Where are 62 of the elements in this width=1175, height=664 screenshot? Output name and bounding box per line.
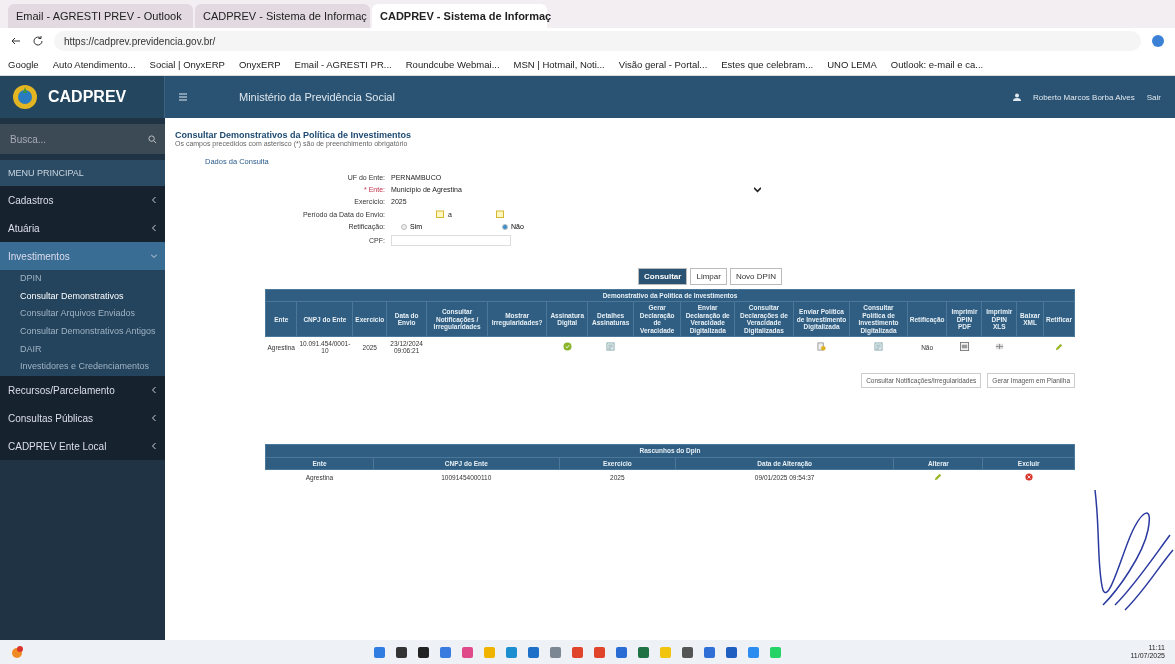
- address-bar[interactable]: https://cadprev.previdencia.gov.br/: [54, 31, 1141, 51]
- pdf-icon[interactable]: [959, 342, 969, 352]
- submenu-item[interactable]: DPIN: [0, 270, 165, 288]
- bookmark[interactable]: Auto Atendimento...: [52, 59, 136, 70]
- reload-icon[interactable]: [32, 35, 44, 47]
- search-icon[interactable]: [148, 134, 157, 144]
- taskbar-app-icon[interactable]: [680, 645, 694, 659]
- bookmark[interactable]: MSN | Hotmail, Noti...: [513, 59, 605, 70]
- menu-item[interactable]: Atuária: [0, 214, 165, 242]
- menu-item[interactable]: Recursos/Parcelamento: [0, 376, 165, 405]
- bookmark[interactable]: Estes que celebram...: [721, 59, 814, 70]
- menu-item[interactable]: Investimentos: [0, 242, 165, 270]
- profile-icon[interactable]: [1151, 34, 1165, 48]
- submenu-item[interactable]: Consultar Demonstrativos Antigos: [0, 323, 165, 341]
- chevron-icon: [151, 415, 157, 422]
- bookmark[interactable]: UNO LEMA: [827, 59, 877, 70]
- taskbar-app-icon[interactable]: [416, 645, 430, 659]
- menu-section-title: MENU PRINCIPAL: [0, 160, 165, 186]
- menu-item[interactable]: CADPREV Ente Local: [0, 432, 165, 461]
- user-icon: [1012, 93, 1021, 101]
- brand-name: CADPREV: [48, 88, 127, 106]
- bookmark[interactable]: Google: [8, 59, 39, 70]
- chevron-icon: [151, 253, 157, 259]
- edit-icon[interactable]: [934, 473, 943, 482]
- chevron-icon: [151, 443, 157, 450]
- edit-icon[interactable]: [1054, 342, 1063, 351]
- header-title: Ministério da Previdência Social: [239, 91, 396, 103]
- delete-icon[interactable]: [1024, 473, 1033, 482]
- spreadsheet-icon[interactable]: [994, 342, 1004, 352]
- chevron-icon: [151, 197, 157, 203]
- chevron-icon: [151, 225, 157, 231]
- submenu-item[interactable]: Investidores e Credenciamentos: [0, 358, 165, 377]
- menu-item[interactable]: Cadastros: [0, 186, 165, 214]
- submenu-item[interactable]: Consultar Arquivos Enviados: [0, 305, 165, 324]
- search-field[interactable]: Busca...: [0, 124, 165, 154]
- user-name[interactable]: Roberto Marcos Borba Alves: [1032, 92, 1135, 102]
- form-button[interactable]: Consultar: [638, 268, 688, 285]
- browser-tab[interactable]: CADPREV - Sistema de Informaç: [195, 4, 370, 28]
- logout-link[interactable]: Sair: [1146, 92, 1161, 102]
- app-icon[interactable]: [10, 645, 24, 659]
- calendar-icon[interactable]: [495, 210, 504, 218]
- file-upload-icon[interactable]: [817, 342, 826, 352]
- caret-icon: [754, 186, 761, 193]
- browser-tab[interactable]: Email - AGRESTI PREV - Outlook: [8, 4, 193, 28]
- bookmark[interactable]: OnyxERP: [238, 59, 281, 70]
- chevron-icon: [151, 387, 157, 394]
- menu-icon[interactable]: [179, 93, 187, 101]
- emblem-icon: [12, 84, 38, 110]
- bookmark[interactable]: Visão geral - Portal...: [618, 59, 708, 70]
- menu-item[interactable]: Consultas Públicas: [0, 404, 165, 433]
- search-input[interactable]: Busca...: [8, 132, 128, 146]
- cpf-field[interactable]: [391, 235, 511, 246]
- bookmark[interactable]: Outlook: e-mail e ca...: [890, 59, 984, 70]
- bookmark[interactable]: Roundcube Webmai...: [405, 59, 500, 70]
- taskbar-app-icon[interactable]: [394, 645, 408, 659]
- check-circle-icon[interactable]: [562, 342, 572, 352]
- page-title: Consultar Demonstrativos da Política de Investimentos: [175, 130, 413, 140]
- bookmark[interactable]: Email - AGRESTI PR...: [294, 59, 392, 70]
- form-button[interactable]: Novo DPIN: [729, 268, 782, 285]
- form-button[interactable]: Limpar: [690, 268, 727, 285]
- back-icon[interactable]: [10, 35, 22, 47]
- bookmark[interactable]: Social | OnyxERP: [149, 59, 225, 70]
